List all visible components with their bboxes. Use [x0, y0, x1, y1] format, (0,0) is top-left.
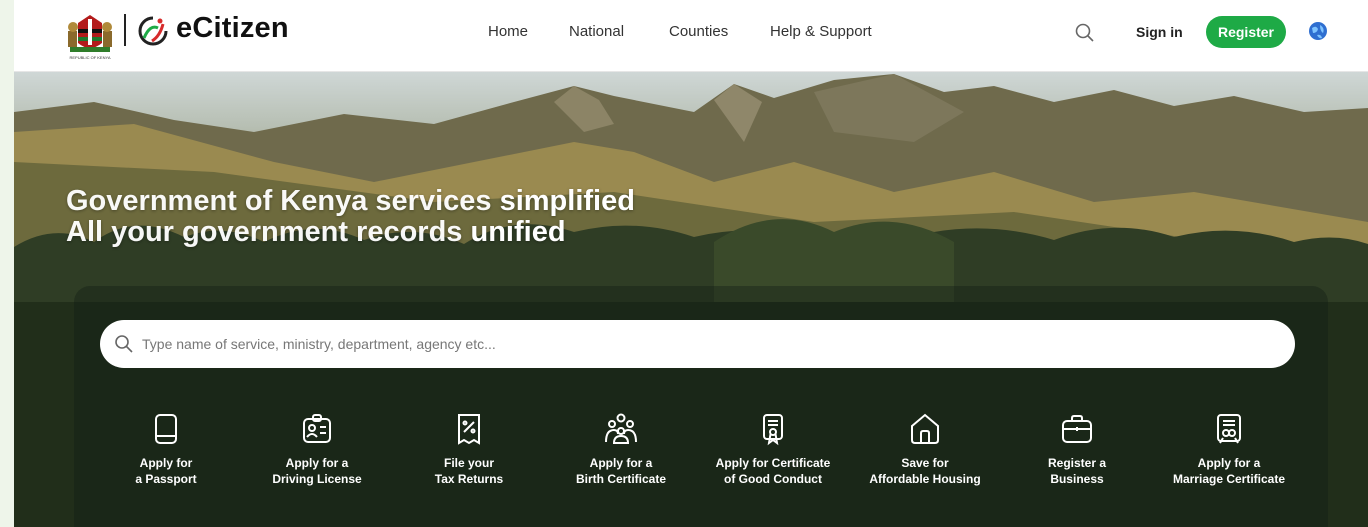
service-birth-certificate[interactable]: Apply for a Birth Certificate	[546, 412, 696, 487]
coat-caption: REPUBLIC OF KENYA	[69, 55, 110, 60]
brand-name[interactable]: eCitizen	[176, 12, 289, 45]
service-marriage-certificate[interactable]: Apply for a Marriage Certificate	[1154, 412, 1304, 487]
language-globe-icon[interactable]	[1308, 21, 1328, 41]
service-label: Affordable Housing	[869, 472, 981, 486]
hero-headline: Government of Kenya services simplified …	[66, 186, 635, 248]
service-label: Driving License	[272, 472, 362, 486]
coat-of-arms-logo[interactable]: REPUBLIC OF KENYA	[66, 9, 114, 61]
service-label: of Good Conduct	[724, 472, 822, 486]
service-label: Apply for a	[589, 456, 653, 470]
headline-line1-text: Government of Kenya services	[66, 185, 500, 217]
service-label: Business	[1050, 472, 1104, 486]
house-icon	[911, 413, 939, 444]
briefcase-icon	[1062, 415, 1092, 443]
service-search-box[interactable]	[100, 320, 1295, 368]
headline-line2-text: All your government records	[66, 216, 471, 248]
ecitizen-logo-icon[interactable]	[136, 14, 170, 48]
search-icon[interactable]	[1074, 22, 1096, 44]
service-register-business[interactable]: Register a Business	[1002, 412, 1152, 487]
service-label: Register a	[1047, 456, 1107, 470]
service-label: Tax Returns	[434, 472, 504, 486]
service-label: Apply for Certificate	[715, 456, 831, 470]
header: REPUBLIC OF KENYA eCitizen Home National…	[14, 0, 1368, 72]
service-label: Apply for	[139, 456, 193, 470]
nav-national[interactable]: National	[569, 23, 624, 40]
service-search-input[interactable]	[142, 328, 1272, 360]
nav-help-support[interactable]: Help & Support	[770, 23, 872, 40]
page: REPUBLIC OF KENYA eCitizen Home National…	[14, 0, 1368, 527]
service-driving-license[interactable]: Apply for a Driving License	[242, 412, 392, 487]
sign-in-link[interactable]: Sign in	[1136, 24, 1183, 40]
passport-icon	[155, 414, 177, 444]
search-icon	[115, 335, 133, 353]
service-label: File your	[443, 456, 494, 470]
brand-divider	[124, 14, 126, 46]
tax-receipt-icon	[458, 414, 480, 445]
register-button[interactable]: Register	[1206, 16, 1286, 48]
certificate-icon	[763, 414, 783, 446]
family-icon	[605, 413, 637, 444]
service-label: Apply for a	[285, 456, 349, 470]
service-label: Birth Certificate	[575, 472, 667, 486]
service-label: Save for	[901, 456, 949, 470]
service-passport[interactable]: Apply for a Passport	[91, 412, 241, 487]
service-tax-returns[interactable]: File your Tax Returns	[394, 412, 544, 487]
service-good-conduct[interactable]: Apply for Certificate of Good Conduct	[698, 412, 848, 487]
service-label: Marriage Certificate	[1172, 472, 1286, 486]
marriage-certificate-icon	[1217, 414, 1241, 444]
service-label: a Passport	[135, 472, 197, 486]
id-card-icon	[303, 414, 331, 443]
service-affordable-housing[interactable]: Save for Affordable Housing	[850, 412, 1000, 487]
headline-line2-emphasis: unified	[470, 216, 566, 248]
hero-banner: Government of Kenya services simplified …	[14, 72, 1368, 527]
nav-counties[interactable]: Counties	[669, 23, 728, 40]
nav-home[interactable]: Home	[488, 23, 528, 40]
headline-line1-emphasis: simplified	[499, 185, 635, 217]
service-label: Apply for a	[1197, 456, 1261, 470]
